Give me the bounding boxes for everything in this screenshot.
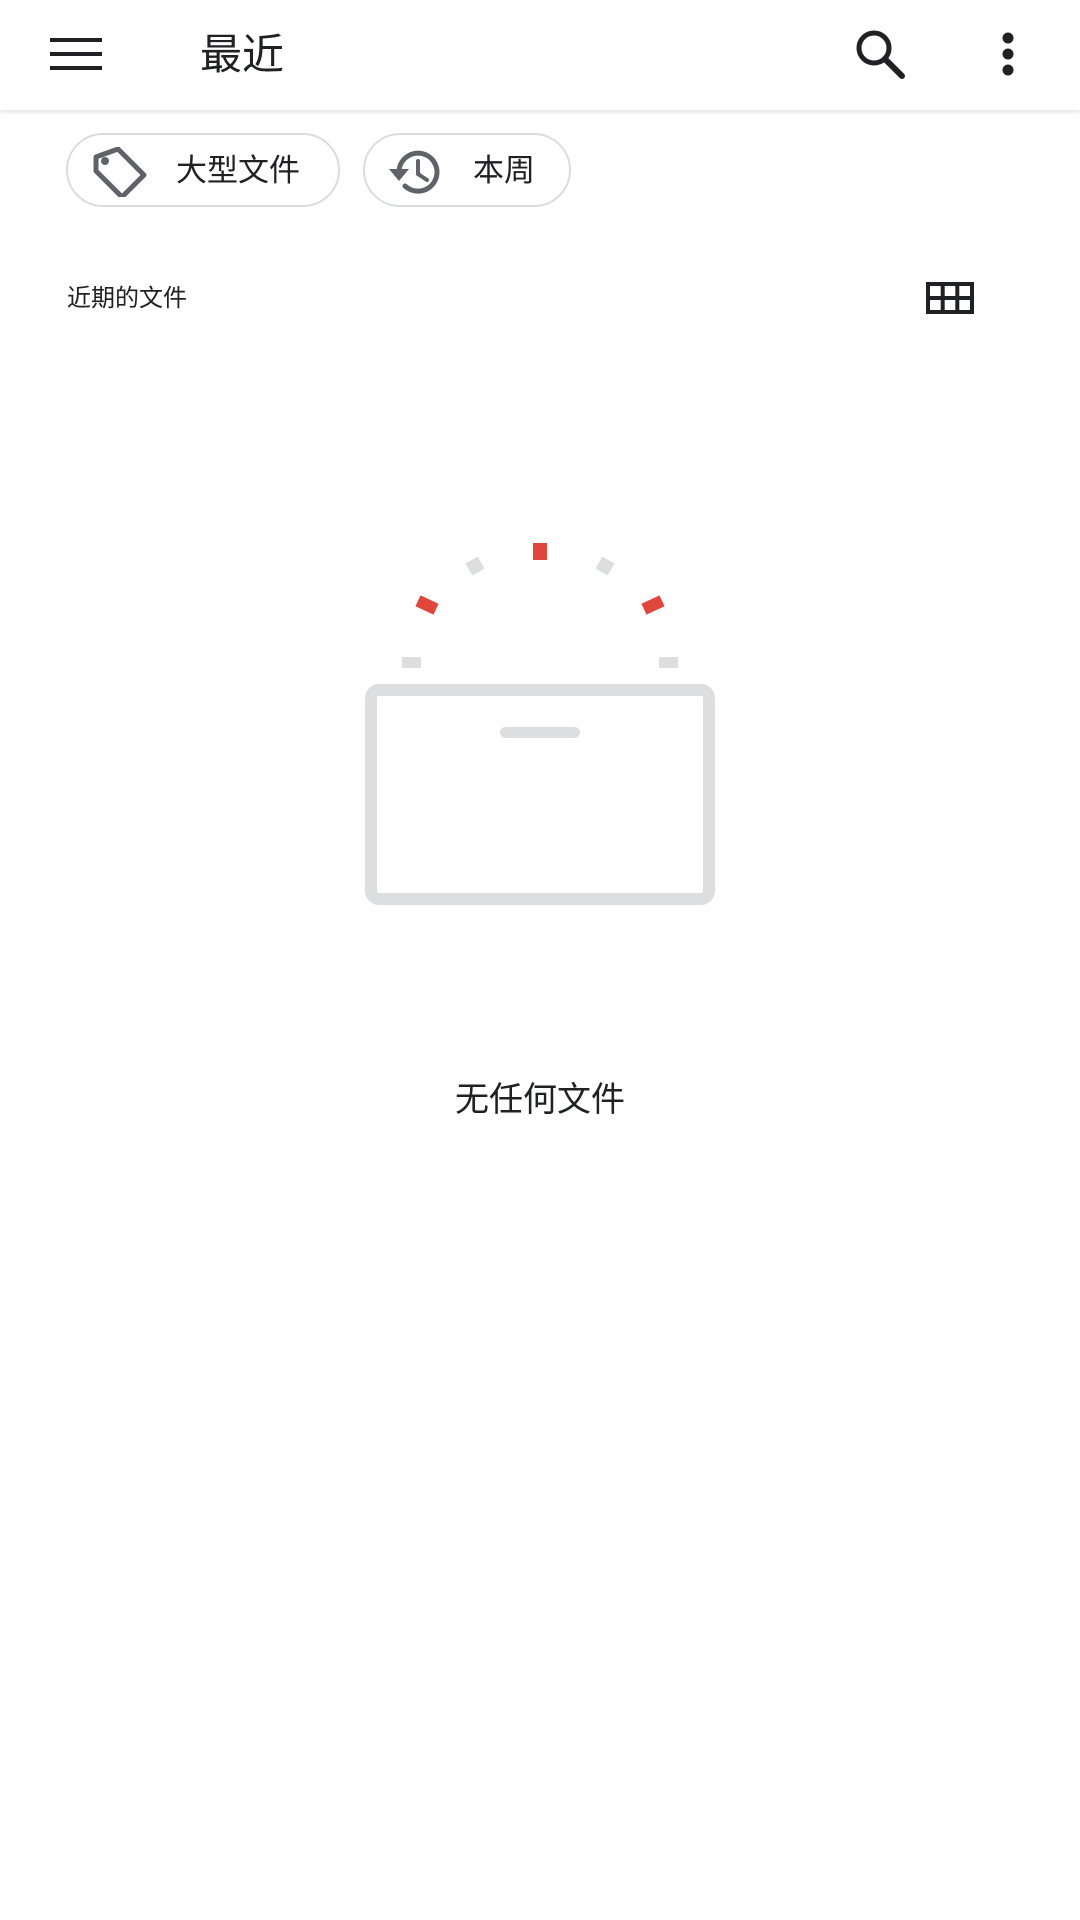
search-icon [856,30,905,79]
sparkle-right-low [659,657,678,668]
sparkle-left-mid [415,595,439,615]
app-root: 最近 大型文件 本周 近期的文件 无任何文件 [0,0,1080,1920]
sparkle-center [533,543,547,560]
chip-large-files[interactable]: 大型文件 [66,133,340,207]
box-slot [500,727,580,738]
grid-view-button[interactable] [922,276,978,320]
chip-this-week-label: 本周 [473,153,535,189]
menu-button[interactable] [26,4,126,104]
chip-large-files-label: 大型文件 [176,153,300,189]
sparkle-right-upper [595,556,615,576]
sparkle-left-upper [465,556,485,576]
more-vert-icon [1002,32,1014,76]
tag-icon [93,147,147,197]
search-button[interactable] [830,4,930,104]
empty-box-icon [365,543,715,905]
more-options-button[interactable] [958,4,1058,104]
sparkle-right-mid [641,595,665,615]
sparkle-left-low [402,657,421,668]
chip-this-week[interactable]: 本周 [363,133,571,207]
history-icon [389,150,440,194]
menu-icon [50,38,102,70]
empty-state-message: 无任何文件 [455,1080,625,1120]
grid-view-icon [926,282,974,314]
page-title: 最近 [200,30,285,79]
section-title: 近期的文件 [67,284,187,312]
box-outline [365,684,715,905]
top-app-bar: 最近 [0,0,1080,110]
